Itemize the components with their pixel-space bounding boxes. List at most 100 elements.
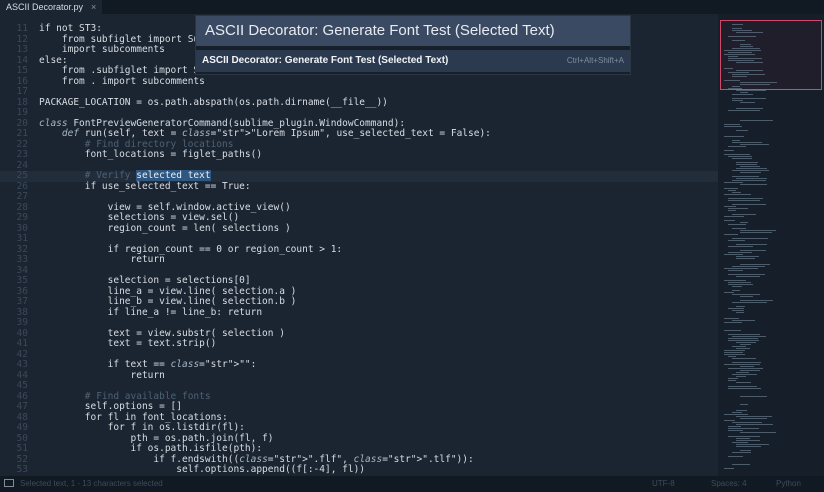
- minimap-line: [736, 108, 763, 109]
- minimap-line: [728, 224, 746, 225]
- minimap-line: [732, 140, 740, 141]
- minimap[interactable]: [718, 14, 824, 476]
- palette-result-item[interactable]: ASCII Decorator: Generate Font Test (Sel…: [196, 50, 630, 72]
- minimap-line: [728, 56, 738, 57]
- minimap-line: [732, 266, 765, 267]
- minimap-line: [740, 344, 751, 345]
- minimap-line: [732, 336, 766, 337]
- code-line[interactable]: return: [39, 370, 165, 382]
- minimap-line: [740, 432, 776, 433]
- line-number: 29: [16, 212, 28, 223]
- minimap-line: [728, 368, 763, 369]
- panel-toggle-icon[interactable]: [4, 479, 14, 487]
- line-number: 27: [16, 191, 28, 202]
- minimap-line: [732, 176, 759, 177]
- minimap-line: [728, 436, 760, 437]
- minimap-line: [724, 254, 743, 255]
- minimap-line: [740, 222, 748, 223]
- code-line[interactable]: if use_selected_text == True:: [39, 181, 251, 193]
- minimap-line: [732, 170, 769, 171]
- minimap-line: [724, 206, 736, 207]
- code-line[interactable]: if os.path.isfile(pth):: [39, 443, 263, 455]
- minimap-line: [740, 82, 777, 83]
- code-line[interactable]: return: [39, 254, 165, 266]
- minimap-line: [736, 244, 767, 245]
- minimap-line: [732, 238, 768, 239]
- minimap-line: [724, 414, 748, 415]
- minimap-line: [728, 386, 757, 387]
- minimap-line: [728, 200, 760, 201]
- minimap-line: [724, 68, 733, 69]
- code-line[interactable]: line_b = view.line( selection.b ): [39, 296, 297, 308]
- minimap-line: [732, 290, 740, 291]
- code-line[interactable]: if text == class="str">"":: [39, 359, 257, 371]
- line-number: 51: [16, 443, 28, 454]
- minimap-line: [740, 46, 753, 47]
- minimap-line: [728, 388, 761, 389]
- minimap-line: [724, 280, 746, 281]
- code-line[interactable]: if line_a != line_b: return: [39, 307, 262, 319]
- minimap-line: [736, 90, 766, 91]
- minimap-line: [724, 154, 750, 155]
- code-line[interactable]: self.options = []: [39, 401, 182, 413]
- code-line[interactable]: # Verify selected text: [39, 170, 211, 182]
- code-line[interactable]: text = text.strip(): [39, 338, 217, 350]
- code-line[interactable]: region_count = len( selections ): [39, 223, 291, 235]
- status-syntax[interactable]: Python: [776, 476, 801, 492]
- minimap-line: [724, 80, 740, 81]
- status-selection: Selected text, 1 - 13 characters selecte…: [20, 479, 163, 488]
- minimap-line: [740, 250, 766, 251]
- minimap-line: [740, 144, 769, 145]
- minimap-line: [736, 410, 747, 411]
- code-line[interactable]: for f in os.listdir(fl):: [39, 422, 245, 434]
- tab-ascii-decorator[interactable]: ASCII Decorator.py ×: [0, 0, 103, 14]
- line-number: 39: [16, 317, 28, 328]
- minimap-line: [732, 294, 760, 295]
- line-number: 47: [16, 401, 28, 412]
- minimap-line: [724, 50, 761, 51]
- minimap-line: [728, 270, 743, 271]
- minimap-line: [732, 412, 742, 413]
- code-line[interactable]: font_locations = figlet_paths(): [39, 149, 262, 161]
- tab-close-icon[interactable]: ×: [91, 0, 96, 14]
- minimap-line: [736, 164, 757, 165]
- editor[interactable]: 11 12 13 14 15 16 17 18 19 20 21 22 23 24 25 26 27 28 29 30…: [0, 14, 718, 485]
- minimap-line: [740, 102, 755, 103]
- minimap-line: [728, 72, 749, 73]
- minimap-line: [724, 420, 735, 421]
- minimap-line: [728, 430, 743, 431]
- minimap-line: [732, 452, 751, 453]
- code-line[interactable]: PACKAGE_LOCATION = os.path.abspath(os.pa…: [39, 97, 388, 109]
- minimap-line: [732, 302, 767, 303]
- minimap-line: [728, 52, 752, 53]
- line-number: 23: [16, 149, 28, 160]
- minimap-line: [728, 88, 742, 89]
- minimap-line: [732, 30, 752, 31]
- minimap-line: [728, 210, 736, 211]
- minimap-line: [724, 322, 742, 323]
- minimap-line: [724, 54, 755, 55]
- minimap-line: [728, 58, 762, 59]
- minimap-line: [728, 456, 743, 457]
- minimap-line: [732, 74, 765, 75]
- code-line[interactable]: selections = view.sel(): [39, 212, 240, 224]
- status-indentation[interactable]: Spaces: 4: [711, 476, 747, 492]
- code-line[interactable]: import subcomments: [39, 44, 165, 56]
- code-line[interactable]: selection = selections[0]: [39, 275, 251, 287]
- code-line[interactable]: if not ST3:: [39, 23, 102, 35]
- minimap-line: [732, 422, 762, 423]
- code-line[interactable]: from . import subcomments: [39, 76, 205, 88]
- palette-input[interactable]: ASCII Decorator: Generate Font Test (Sel…: [196, 16, 630, 46]
- code-line[interactable]: self.options.append((f[:-4], fl)): [39, 464, 365, 476]
- minimap-line: [724, 126, 742, 127]
- minimap-line: [736, 276, 760, 277]
- minimap-line: [724, 194, 751, 195]
- minimap-line: [740, 264, 770, 265]
- minimap-line: [728, 36, 756, 37]
- minimap-line: [740, 232, 772, 233]
- minimap-line: [728, 198, 763, 199]
- minimap-line: [736, 178, 767, 179]
- tab-bar: ASCII Decorator.py ×: [0, 0, 824, 14]
- line-number: 33: [16, 254, 28, 265]
- status-encoding[interactable]: UTF-8: [652, 476, 675, 492]
